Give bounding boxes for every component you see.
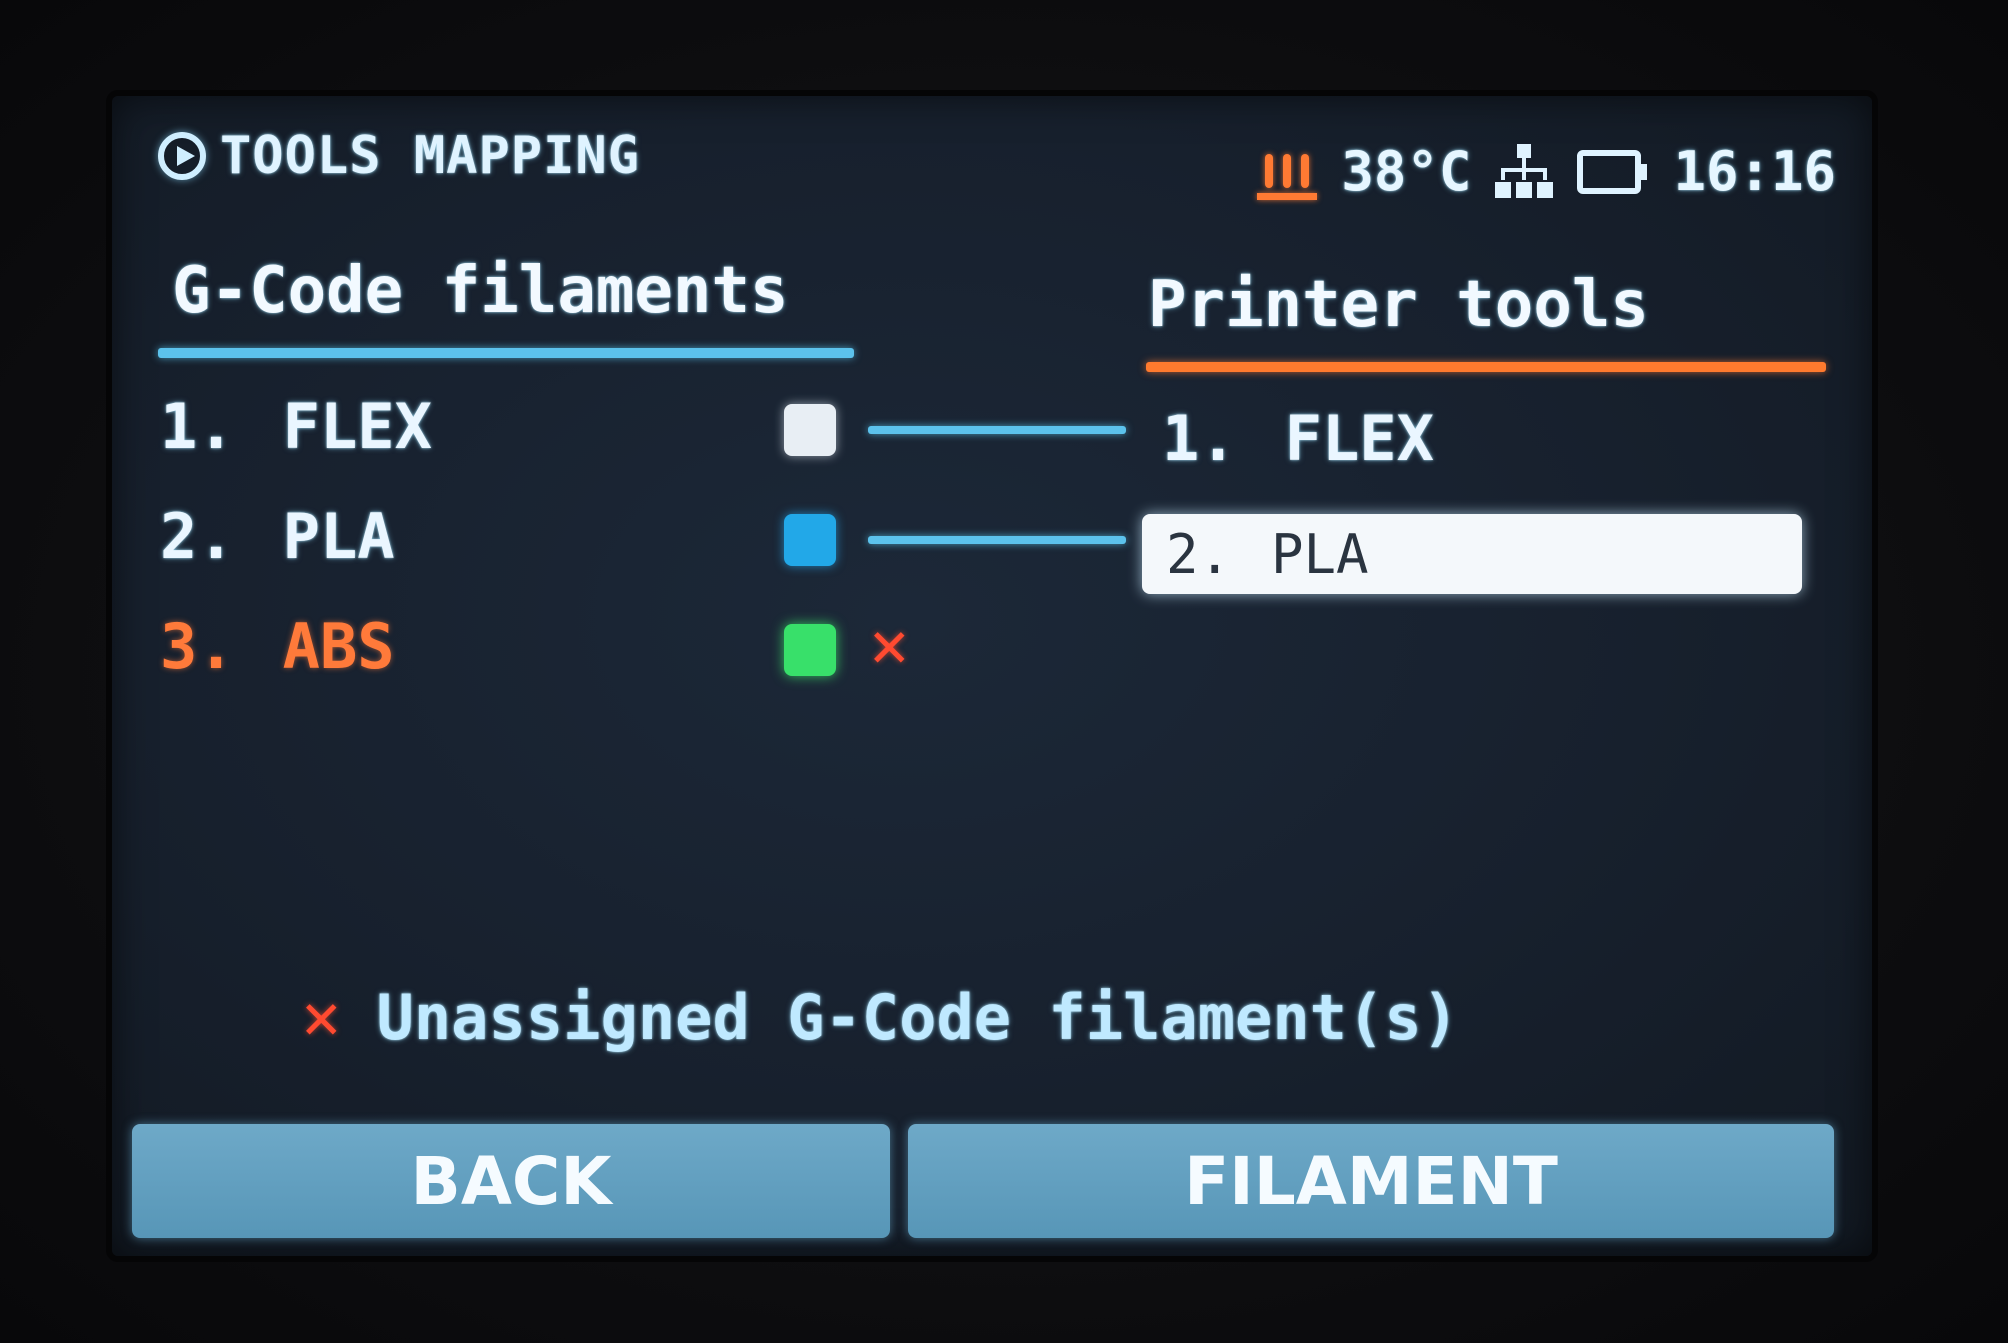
status-bar: 38°C 16:16 (1257, 140, 1836, 203)
temperature-readout: 38°C (1341, 140, 1472, 203)
network-icon (1495, 143, 1554, 198)
gcode-filament-row-unassigned[interactable]: 3. ABS (160, 610, 395, 683)
filament-name: ABS (282, 610, 395, 683)
unassigned-warning: ✕ Unassigned G-Code filament(s) (302, 980, 1459, 1054)
printer-screen: TOOLS MAPPING 38°C 16:16 G-Code filament… (112, 96, 1872, 1256)
tool-name: FLEX (1284, 402, 1434, 475)
printer-tools-heading: Printer tools (1148, 268, 1649, 342)
gcode-filaments-heading: G-Code filaments (172, 254, 789, 328)
filament-color-swatch (784, 514, 836, 566)
play-circle-icon (158, 132, 206, 180)
printer-tool-row-selected[interactable]: 2. PLA (1142, 514, 1802, 594)
filament-name: FLEX (282, 390, 432, 463)
warning-text: Unassigned G-Code filament(s) (376, 980, 1460, 1054)
tool-number: 2. (1166, 522, 1232, 586)
header-title: TOOLS MAPPING (158, 126, 640, 186)
back-button[interactable]: BACK (132, 1124, 890, 1238)
warning-x-icon: ✕ (302, 980, 341, 1054)
filament-color-swatch (784, 404, 836, 456)
filament-name: PLA (282, 500, 395, 573)
tool-name: PLA (1271, 522, 1369, 586)
mapping-connector-line (868, 536, 1126, 544)
clock-readout: 16:16 (1673, 140, 1836, 203)
mapping-connector-line (868, 426, 1126, 434)
filament-color-swatch (784, 624, 836, 676)
filament-number: 3. (160, 610, 235, 683)
header-title-text: TOOLS MAPPING (220, 126, 640, 186)
unassigned-x-icon: ✕ (870, 608, 909, 682)
gcode-heading-underline (158, 348, 854, 358)
gcode-filament-row[interactable]: 1. FLEX (160, 390, 432, 463)
filament-button[interactable]: FILAMENT (908, 1124, 1834, 1238)
heatbed-icon (1257, 144, 1318, 200)
printer-tool-row[interactable]: 1. FLEX (1162, 402, 1434, 475)
gcode-filament-row[interactable]: 2. PLA (160, 500, 395, 573)
tool-number: 1. (1162, 402, 1237, 475)
filament-number: 2. (160, 500, 235, 573)
device-bezel: TOOLS MAPPING 38°C 16:16 G-Code filament… (0, 0, 2008, 1343)
tools-heading-underline (1146, 362, 1826, 372)
battery-icon (1577, 149, 1648, 194)
filament-number: 1. (160, 390, 235, 463)
